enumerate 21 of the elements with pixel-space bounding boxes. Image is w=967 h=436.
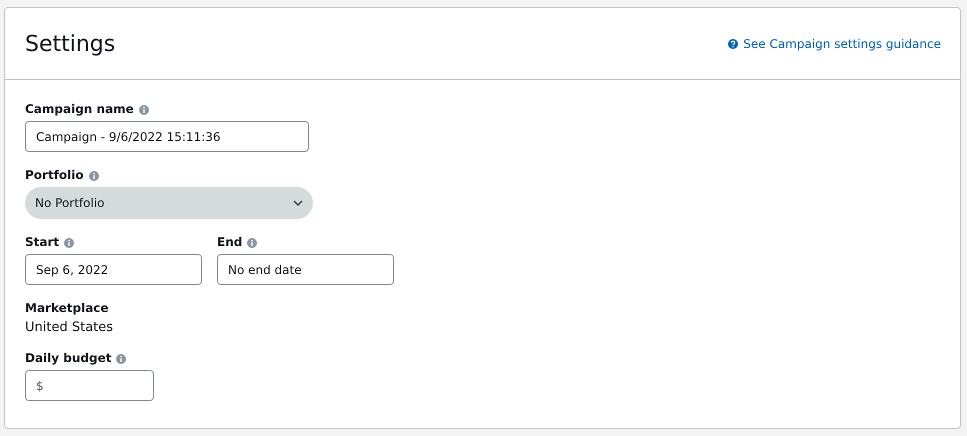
settings-title: Settings [25,32,116,57]
info-icon[interactable] [116,354,126,364]
portfolio-dropdown[interactable]: No Portfolio [25,187,313,219]
help-icon [728,38,738,48]
date-field[interactable]: No end date [217,254,394,285]
field-label: End [217,235,242,249]
marketplace-value: United States [25,320,114,335]
date-field[interactable]: Sep 6, 2022 [25,254,202,285]
info-icon[interactable] [64,238,74,248]
chevron-down-icon [293,200,303,206]
field-label: Start [25,235,60,249]
field-label: Daily budget [25,351,112,365]
info-icon[interactable] [138,105,149,115]
field-label: Marketplace [25,301,109,315]
guidance-link[interactable]: See Campaign settings guidance [728,36,941,50]
text-field[interactable]: Campaign - 9/6/2022 15:11:36 [25,121,309,152]
budget-field[interactable]: $ [25,370,154,401]
info-icon[interactable] [88,171,99,181]
field-label: Campaign name [25,102,134,116]
field-label: Portfolio [25,168,84,182]
info-icon[interactable] [247,238,258,248]
